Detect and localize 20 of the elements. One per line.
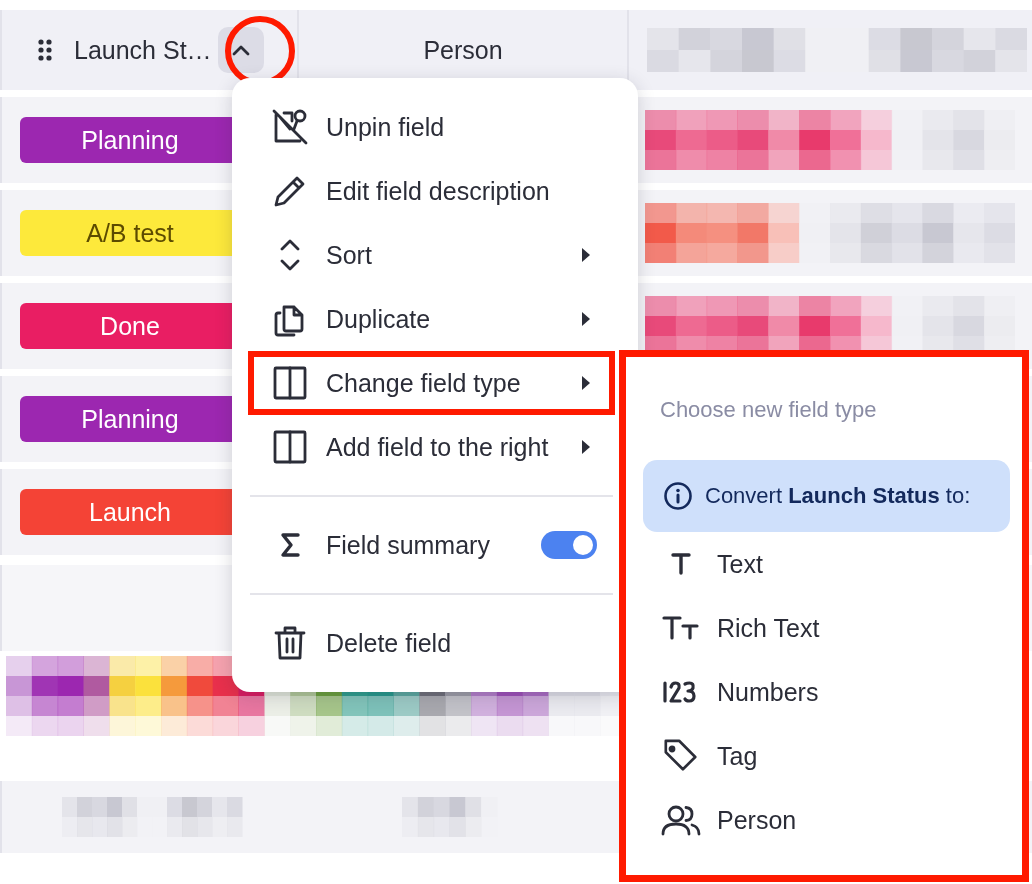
submenu-arrow-icon bbox=[581, 375, 591, 391]
field-type-option[interactable]: Text bbox=[643, 532, 1010, 596]
toggle-switch[interactable] bbox=[541, 531, 597, 559]
field-type-option[interactable]: Rich Text bbox=[643, 596, 1010, 660]
drag-handle-icon[interactable] bbox=[38, 39, 52, 61]
info-icon bbox=[663, 481, 693, 511]
column-header[interactable]: Launch St… bbox=[74, 35, 212, 65]
menu-item[interactable]: Delete field bbox=[248, 611, 615, 675]
chevron-up-icon bbox=[230, 44, 251, 56]
unpin-icon bbox=[270, 107, 310, 147]
submenu-arrow-icon bbox=[581, 311, 591, 327]
people-icon bbox=[661, 804, 701, 836]
menu-item[interactable]: Change field type bbox=[248, 351, 615, 415]
submenu-arrow-icon bbox=[581, 439, 591, 455]
column-header[interactable]: Person bbox=[423, 35, 503, 65]
field-type-option[interactable]: Tag bbox=[643, 724, 1010, 788]
submenu-title: Choose new field type bbox=[660, 397, 878, 423]
info-text: Convert Launch Status to: bbox=[705, 483, 971, 509]
submenu-arrow-icon bbox=[581, 247, 591, 263]
field-type-option[interactable]: Numbers bbox=[643, 660, 1010, 724]
